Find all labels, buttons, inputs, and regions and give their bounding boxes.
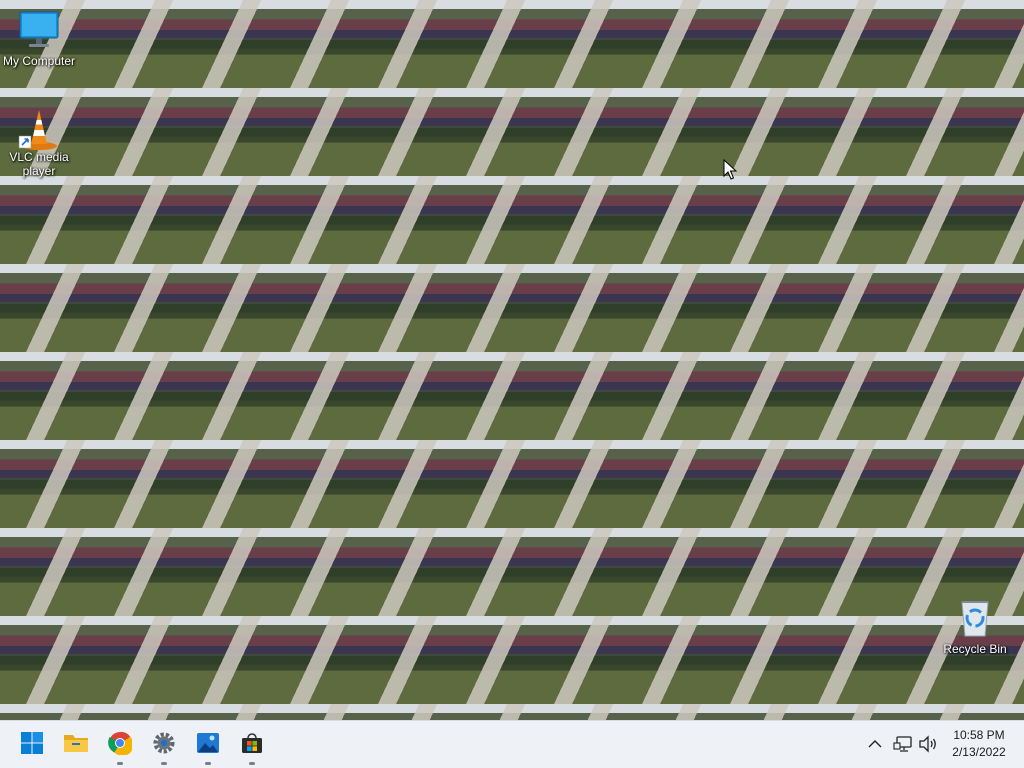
file-explorer-button[interactable] bbox=[56, 725, 96, 765]
system-clock[interactable]: 10:58 PM 2/13/2022 bbox=[944, 727, 1014, 761]
settings-button[interactable] bbox=[144, 725, 184, 765]
running-indicator bbox=[161, 762, 167, 765]
taskbar: 10:58 PM 2/13/2022 bbox=[0, 720, 1024, 768]
running-indicator bbox=[249, 762, 255, 765]
desktop-icon-label: My Computer bbox=[2, 54, 76, 68]
store-bag-icon bbox=[240, 731, 264, 760]
desktop-wallpaper[interactable]: My Computer VLC media player Recycle Bin bbox=[0, 0, 1024, 720]
vlc-cone-icon bbox=[17, 104, 61, 150]
recycle-bin-icon bbox=[953, 596, 997, 640]
show-hidden-icons-chevron-icon[interactable] bbox=[864, 733, 886, 755]
network-icon[interactable] bbox=[892, 733, 914, 755]
desktop-icon-label: VLC media player bbox=[9, 150, 69, 178]
folder-icon bbox=[63, 731, 89, 760]
desktop-icon-label: Recycle Bin bbox=[943, 642, 1007, 656]
volume-icon[interactable] bbox=[917, 733, 939, 755]
running-indicator bbox=[117, 762, 123, 765]
desktop-icon-vlc[interactable]: VLC media player bbox=[1, 104, 77, 178]
clock-time: 10:58 PM bbox=[953, 728, 1005, 742]
running-indicator bbox=[205, 762, 211, 765]
chrome-button[interactable] bbox=[100, 725, 140, 765]
mouse-pointer-icon bbox=[723, 158, 738, 181]
photos-button[interactable] bbox=[188, 725, 228, 765]
gear-icon bbox=[152, 731, 176, 760]
desktop-icon-my-computer[interactable]: My Computer bbox=[1, 8, 77, 68]
chrome-icon bbox=[108, 731, 134, 760]
clock-date: 2/13/2022 bbox=[952, 745, 1006, 759]
start-button[interactable] bbox=[12, 725, 52, 765]
monitor-icon bbox=[17, 8, 61, 52]
photos-icon bbox=[196, 731, 220, 760]
desktop-icon-recycle-bin[interactable]: Recycle Bin bbox=[937, 596, 1013, 656]
store-button[interactable] bbox=[232, 725, 272, 765]
windows-start-icon bbox=[20, 731, 44, 760]
